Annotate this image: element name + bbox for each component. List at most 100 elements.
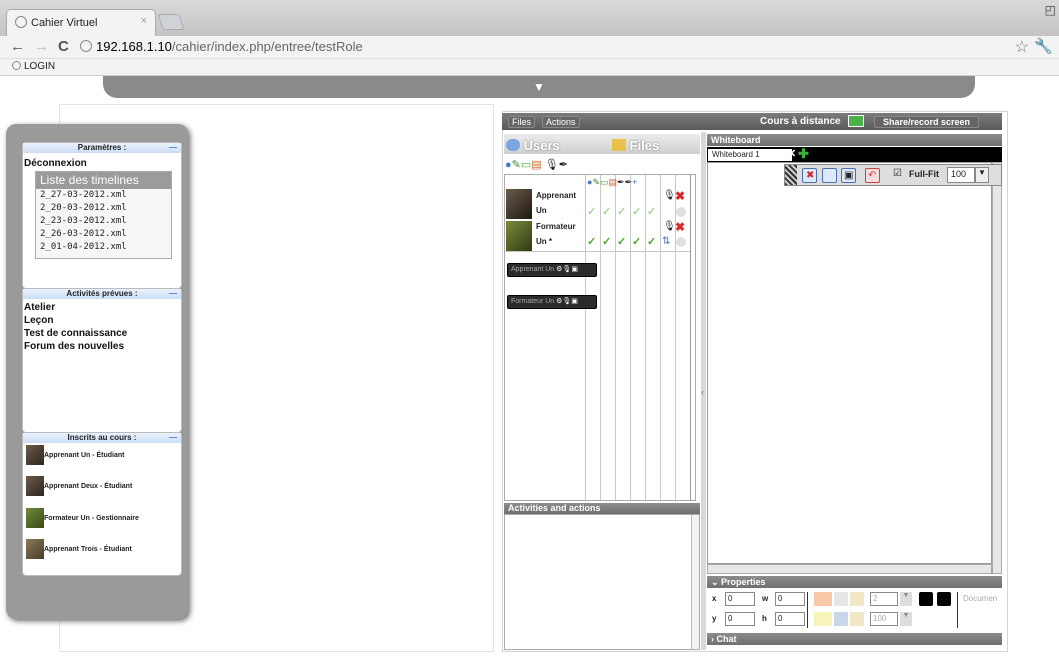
logout-link[interactable]: Déconnexion <box>23 157 181 170</box>
check-icon[interactable]: ✓ <box>617 205 626 218</box>
activity-item[interactable]: Test de connaissance <box>24 327 181 340</box>
undo-icon[interactable]: ↶ <box>865 168 880 183</box>
fullfit-check-icon[interactable]: ☑ <box>893 168 902 179</box>
whiteboard-tab[interactable]: Whiteboard 1 <box>708 149 792 161</box>
stroke-width-field[interactable]: 2 <box>870 592 898 606</box>
check-icon[interactable]: ✓ <box>587 235 596 248</box>
users-group-icon[interactable]: ● <box>505 159 512 171</box>
page-info-icon[interactable] <box>80 40 92 52</box>
fill-color-swatch[interactable] <box>814 612 832 626</box>
h-field[interactable]: 0 <box>775 612 805 626</box>
whiteboard-canvas[interactable] <box>707 162 992 564</box>
timeline-item[interactable]: 2_23-03-2012.xml <box>36 215 171 228</box>
fill-toggle-icon[interactable] <box>834 612 848 626</box>
vertical-scrollbar[interactable] <box>992 162 1002 574</box>
check-icon[interactable]: ✓ <box>632 235 641 248</box>
panel-splitter[interactable]: ‹ <box>701 132 706 650</box>
properties-header[interactable]: ⌄ Properties <box>707 576 1002 588</box>
timeline-item[interactable]: 2_20-03-2012.xml <box>36 202 171 215</box>
sync-icon[interactable]: ⇅ <box>662 236 670 247</box>
activity-item[interactable]: Forum des nouvelles <box>24 340 181 353</box>
reload-icon[interactable]: C <box>58 38 69 55</box>
check-icon[interactable]: ✓ <box>617 235 626 248</box>
check-icon[interactable]: ✓ <box>587 205 596 218</box>
clear-icon[interactable]: ✖ <box>802 168 817 183</box>
opacity-field[interactable]: 100 <box>870 612 898 626</box>
user-chip[interactable]: Formateur Un ⚙🎙▣ <box>507 295 597 309</box>
w-field[interactable]: 0 <box>775 592 805 606</box>
pen-add-icon: ✒ <box>624 177 633 187</box>
address-bar[interactable]: 192.168.1.10/cahier/index.php/entree/tes… <box>80 38 1040 57</box>
delete-icon[interactable]: ✖ <box>675 220 685 234</box>
check-icon[interactable]: ✓ <box>647 235 656 248</box>
x-label: x <box>712 594 717 603</box>
stroke-color-swatch[interactable] <box>814 592 832 606</box>
activities-scrollbar[interactable] <box>691 515 699 649</box>
y-field[interactable]: 0 <box>725 612 755 626</box>
minimize-icon[interactable]: — <box>169 289 177 299</box>
black-color-swatch[interactable] <box>937 592 951 606</box>
chevron-left-icon[interactable]: ‹ <box>701 387 704 397</box>
check-icon[interactable]: ✓ <box>647 205 656 218</box>
document-icon[interactable]: ▤ <box>531 159 541 171</box>
user-chip[interactable]: Apprenant Un ⚙🎙▣ <box>507 263 597 277</box>
new-page-icon[interactable] <box>822 168 837 183</box>
minimize-icon[interactable]: — <box>169 433 177 443</box>
timeline-item[interactable]: 2_01-04-2012.xml <box>36 241 171 254</box>
minimize-icon[interactable]: — <box>169 143 177 153</box>
save-icon[interactable]: ▣ <box>841 168 856 183</box>
bookmark-star-icon[interactable]: ☆ <box>1015 37 1029 57</box>
zoom-dropdown-icon[interactable]: ▼ <box>975 167 989 183</box>
dropdown-icon[interactable]: ▼ <box>900 612 912 626</box>
dropdown-icon[interactable]: ▼ <box>900 592 912 606</box>
enrolled-item[interactable]: Apprenant Deux - Étudiant <box>26 476 132 496</box>
fullfit-label[interactable]: Full-Fit <box>909 169 939 179</box>
tab-files[interactable]: Files <box>508 116 536 128</box>
window-resize-icon[interactable]: ◰ <box>1045 3 1056 17</box>
pencil-icon[interactable]: ✎ <box>512 159 521 171</box>
add-whiteboard-icon[interactable]: ✚ <box>798 146 809 162</box>
zoom-field[interactable]: 100 <box>947 167 975 183</box>
check-icon[interactable]: ✓ <box>632 205 641 218</box>
pen-icon[interactable]: ✒ <box>559 159 568 171</box>
microphone-icon[interactable]: 🎙 <box>663 221 676 232</box>
check-icon[interactable]: ✓ <box>602 235 611 248</box>
chevron-down-icon[interactable]: ▼ <box>531 81 547 93</box>
grip-icon[interactable] <box>785 165 797 185</box>
top-collapse-bar[interactable]: ▼ <box>103 76 975 98</box>
enrolled-item[interactable]: Apprenant Un - Étudiant <box>26 445 125 465</box>
activity-item[interactable]: Atelier <box>24 301 181 314</box>
pencil-icon[interactable] <box>834 592 848 606</box>
bookmark-login[interactable]: LOGIN <box>12 61 55 72</box>
pen-icon: ✒ <box>617 177 625 187</box>
x-field[interactable]: 0 <box>725 592 755 606</box>
users-tab[interactable]: Users <box>506 138 560 153</box>
enrolled-item[interactable]: Apprenant Trois - Étudiant <box>26 539 132 559</box>
screen-icon[interactable] <box>848 115 864 127</box>
monitor-icon[interactable]: ▭ <box>521 159 531 171</box>
bookmark-login-label: LOGIN <box>24 61 56 72</box>
lock-icon[interactable] <box>850 612 864 626</box>
microphone-icon[interactable]: 🎙 <box>663 190 676 201</box>
close-icon[interactable]: ✕ <box>787 147 796 160</box>
check-icon[interactable]: ✓ <box>602 205 611 218</box>
horizontal-scrollbar[interactable] <box>707 564 992 574</box>
activities-panel: Activités prévues : — Atelier Leçon Test … <box>22 288 182 433</box>
wrench-icon[interactable]: 🔧 <box>1034 37 1053 55</box>
chat-header[interactable]: › Chat <box>707 633 1002 645</box>
lock-icon[interactable] <box>850 592 864 606</box>
timeline-item[interactable]: 2_26-03-2012.xml <box>36 228 171 241</box>
browser-tab[interactable]: Cahier Virtuel × <box>6 9 156 36</box>
microphone-icon[interactable]: 🎙 <box>545 159 559 171</box>
activity-item[interactable]: Leçon <box>24 314 181 327</box>
enrolled-item[interactable]: Formateur Un - Gestionnaire <box>26 508 139 528</box>
files-tab[interactable]: Files <box>612 138 659 153</box>
back-icon[interactable]: ← <box>10 38 25 55</box>
timeline-item[interactable]: 2_27-03-2012.xml <box>36 189 171 202</box>
delete-icon[interactable]: ✖ <box>675 189 685 203</box>
share-record-button[interactable]: Share/record screen <box>874 116 980 128</box>
forward-icon[interactable]: → <box>34 38 49 55</box>
tab-close-icon[interactable]: × <box>141 15 147 27</box>
tab-actions[interactable]: Actions <box>542 116 580 128</box>
black-color-swatch[interactable] <box>919 592 933 606</box>
